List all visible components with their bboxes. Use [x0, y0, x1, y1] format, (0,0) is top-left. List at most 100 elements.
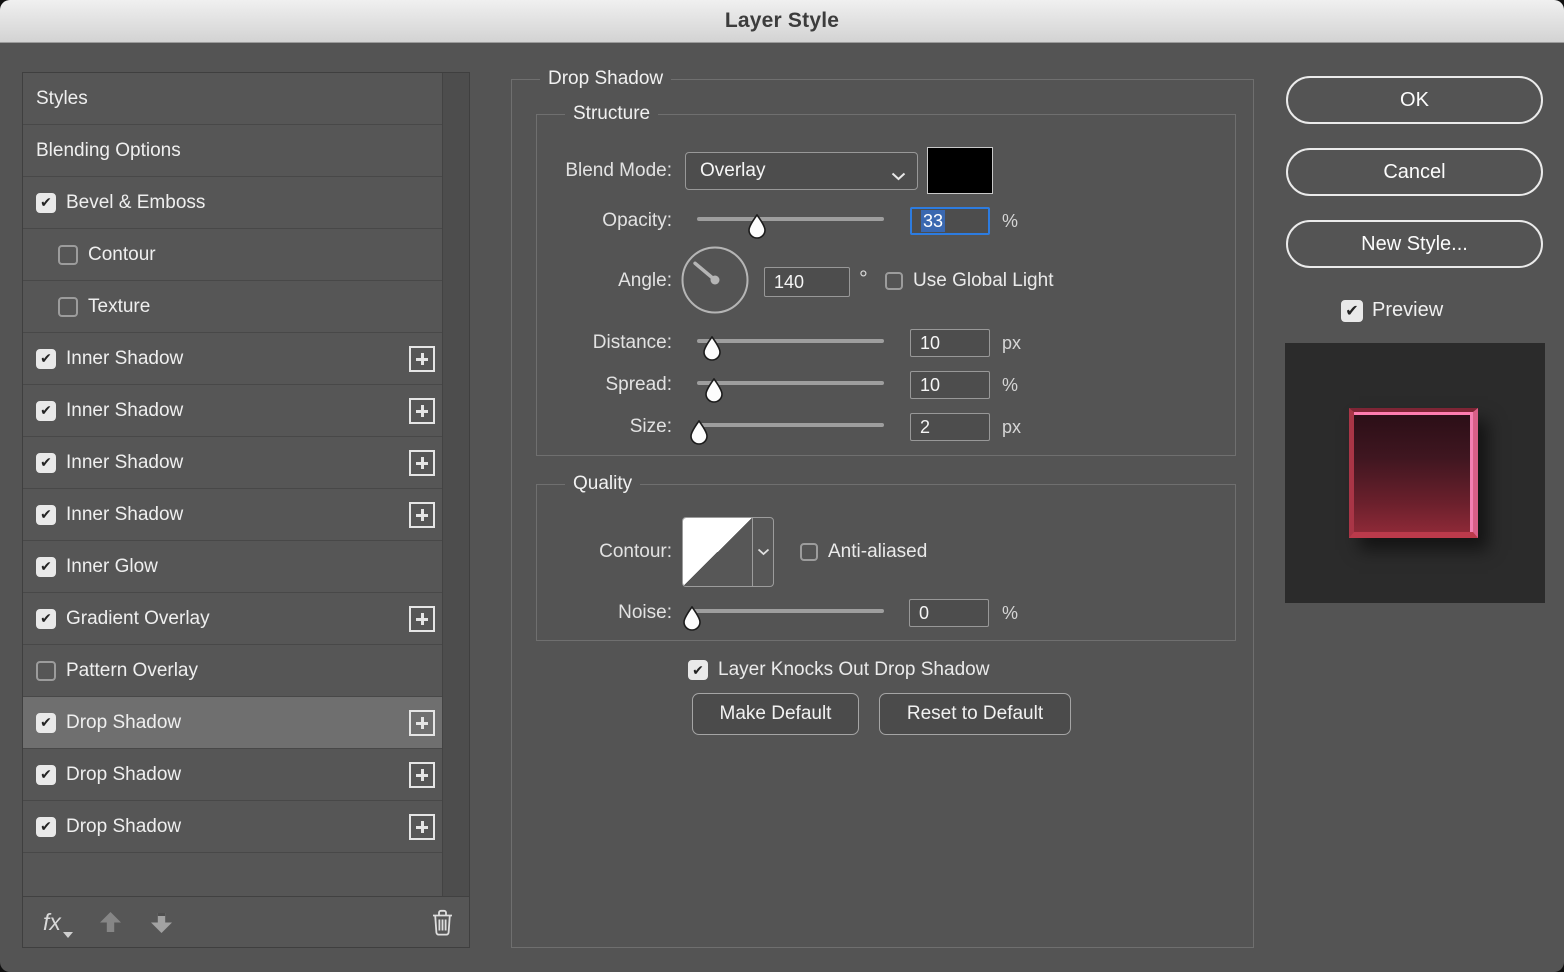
distance-input[interactable]: 10	[910, 329, 990, 357]
list-item-label: Gradient Overlay	[66, 607, 210, 629]
distance-slider-thumb[interactable]	[701, 335, 723, 361]
size-input[interactable]: 2	[910, 413, 990, 441]
style-enabled-checkbox[interactable]	[36, 452, 56, 473]
blend-mode-select[interactable]: Overlay	[685, 152, 918, 190]
move-down-button[interactable]	[150, 912, 173, 933]
dialog-title: Layer Style	[724, 9, 840, 32]
style-enabled-checkbox[interactable]	[36, 660, 56, 681]
cancel-button[interactable]: Cancel	[1286, 148, 1543, 196]
style-enabled-checkbox[interactable]	[36, 556, 56, 577]
list-item[interactable]: Contour	[23, 229, 444, 281]
list-footer-toolbar: fx	[23, 896, 469, 947]
style-enabled-checkbox[interactable]	[36, 608, 56, 629]
shadow-color-swatch[interactable]	[927, 147, 993, 194]
list-item[interactable]: Drop Shadow	[23, 697, 444, 749]
arrow-down-icon	[150, 912, 172, 933]
list-item[interactable]: Gradient Overlay	[23, 593, 444, 645]
contour-label: Contour:	[599, 541, 672, 562]
add-instance-icon[interactable]	[409, 709, 435, 736]
add-instance-icon[interactable]	[409, 501, 435, 528]
style-enabled-checkbox[interactable]	[36, 400, 56, 421]
anti-aliased-checkbox[interactable]	[800, 543, 818, 561]
spread-slider-thumb[interactable]	[703, 377, 725, 403]
list-item-label: Bevel & Emboss	[66, 191, 206, 213]
angle-input[interactable]: 140	[764, 267, 850, 297]
opacity-input[interactable]: 33	[910, 207, 990, 235]
style-list: Styles Blending Options Bevel & Emboss C…	[23, 73, 444, 897]
structure-group: Structure Blend Mode: Overlay Opacity: 3…	[536, 103, 1236, 456]
add-instance-icon[interactable]	[409, 449, 435, 476]
contour-thumbnail[interactable]	[683, 518, 752, 586]
contour-dropdown-button[interactable]	[752, 518, 773, 586]
layer-knocks-out-checkbox[interactable]	[688, 660, 708, 680]
styles-list-panel: Styles Blending Options Bevel & Emboss C…	[22, 72, 470, 948]
scrollbar-track[interactable]	[442, 73, 469, 897]
reset-to-default-button[interactable]: Reset to Default	[879, 693, 1071, 735]
list-item[interactable]: Drop Shadow	[23, 801, 444, 853]
list-item[interactable]: Drop Shadow	[23, 749, 444, 801]
noise-value: 0	[919, 603, 930, 623]
noise-input[interactable]: 0	[909, 599, 989, 627]
list-item[interactable]: Inner Shadow	[23, 489, 444, 541]
make-default-button[interactable]: Make Default	[692, 693, 859, 735]
ok-button[interactable]: OK	[1286, 76, 1543, 124]
list-item-label: Contour	[88, 243, 156, 265]
spread-slider[interactable]	[697, 377, 884, 403]
size-slider-thumb[interactable]	[688, 419, 710, 445]
list-item-label: Inner Shadow	[66, 451, 184, 473]
list-item-label: Inner Shadow	[66, 503, 184, 525]
style-enabled-checkbox[interactable]	[36, 764, 56, 785]
blend-mode-value: Overlay	[700, 160, 766, 181]
contour-picker[interactable]	[682, 517, 774, 587]
noise-slider-thumb[interactable]	[681, 605, 703, 631]
list-item[interactable]: Blending Options	[23, 125, 444, 177]
style-preview-thumbnail	[1285, 343, 1545, 603]
opacity-slider[interactable]	[697, 213, 884, 239]
style-enabled-checkbox[interactable]	[36, 816, 56, 837]
style-enabled-checkbox[interactable]	[36, 712, 56, 733]
move-up-button[interactable]	[99, 911, 122, 933]
distance-label: Distance:	[592, 332, 672, 353]
list-item[interactable]: Inner Shadow	[23, 333, 444, 385]
delete-effect-button[interactable]	[429, 908, 456, 937]
style-enabled-checkbox[interactable]	[58, 296, 78, 317]
list-item-label: Inner Glow	[66, 555, 158, 577]
opacity-slider-thumb[interactable]	[746, 213, 768, 239]
add-instance-icon[interactable]	[409, 397, 435, 424]
list-item-label: Pattern Overlay	[66, 659, 198, 681]
angle-dial[interactable]	[680, 245, 750, 320]
size-value: 2	[920, 417, 931, 437]
list-item[interactable]: Inner Glow	[23, 541, 444, 593]
add-instance-icon[interactable]	[409, 813, 435, 840]
preview-checkbox[interactable]	[1341, 299, 1363, 322]
style-enabled-checkbox[interactable]	[58, 244, 78, 265]
use-global-light-label: Use Global Light	[913, 270, 1054, 291]
style-enabled-checkbox[interactable]	[36, 504, 56, 525]
style-enabled-checkbox[interactable]	[36, 348, 56, 369]
list-item[interactable]: Inner Shadow	[23, 437, 444, 489]
size-slider[interactable]	[690, 419, 884, 445]
style-enabled-checkbox[interactable]	[36, 192, 56, 213]
add-instance-icon[interactable]	[409, 345, 435, 372]
use-global-light-checkbox[interactable]	[885, 272, 903, 290]
fx-menu-button[interactable]: fx	[43, 909, 73, 938]
spread-input[interactable]: 10	[910, 371, 990, 399]
preview-layer-square	[1349, 408, 1478, 538]
spread-value: 10	[920, 375, 941, 395]
add-instance-icon[interactable]	[409, 761, 435, 788]
quality-group-title: Quality	[565, 473, 641, 495]
spread-unit: %	[1002, 375, 1019, 395]
list-item[interactable]: Bevel & Emboss	[23, 177, 444, 229]
quality-group: Quality Contour: Anti-aliased Noise: 0 %	[536, 473, 1236, 641]
noise-unit: %	[1002, 603, 1019, 623]
add-instance-icon[interactable]	[409, 605, 435, 632]
distance-slider[interactable]	[697, 335, 884, 361]
noise-slider[interactable]	[683, 605, 884, 631]
new-style-button[interactable]: New Style...	[1286, 220, 1543, 268]
spread-label: Spread:	[605, 374, 672, 395]
list-item[interactable]: Inner Shadow	[23, 385, 444, 437]
chevron-down-icon	[891, 168, 906, 186]
list-item[interactable]: Texture	[23, 281, 444, 333]
list-item[interactable]: Styles	[23, 73, 444, 125]
list-item[interactable]: Pattern Overlay	[23, 645, 444, 697]
